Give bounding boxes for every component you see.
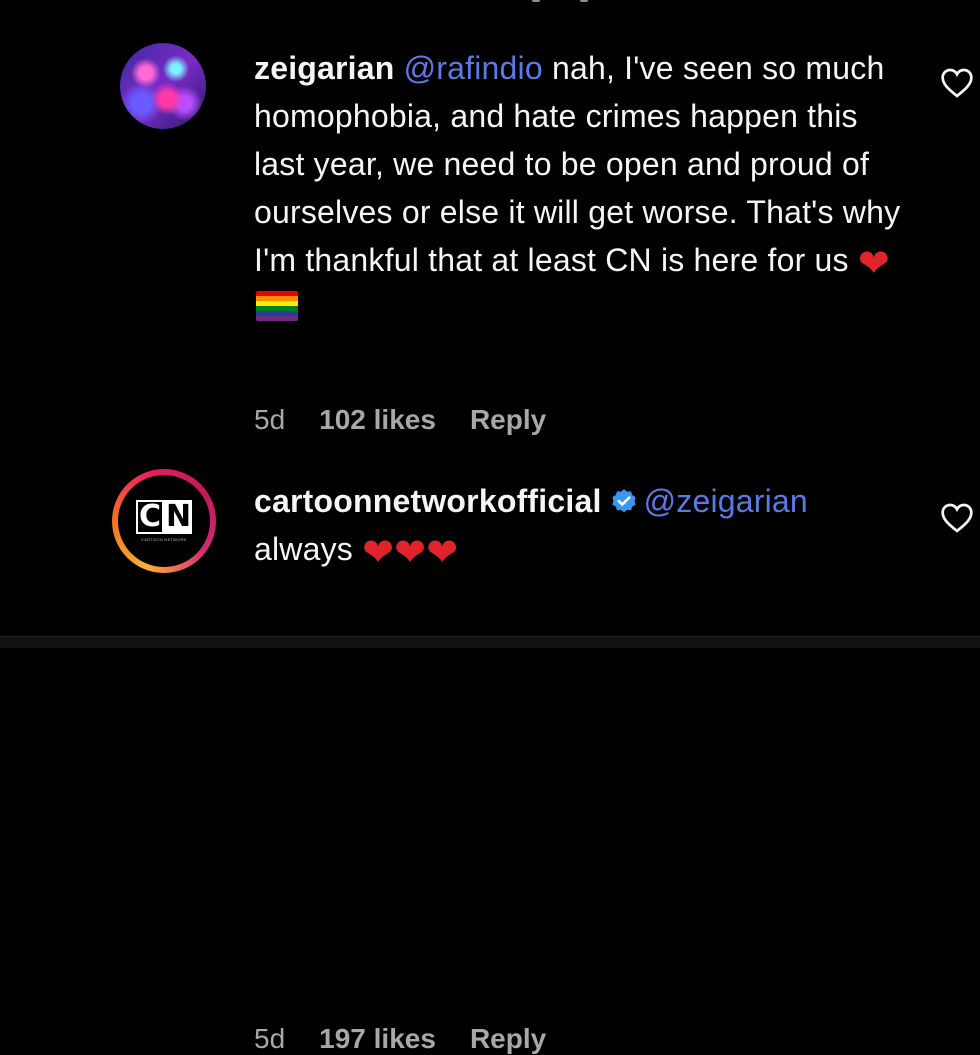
red-heart-emoji: ❤ [857,243,890,285]
remnant-mark [532,0,540,2]
reply-button[interactable]: Reply [470,404,546,436]
verified-badge-icon [611,489,636,513]
comment-username[interactable]: cartoonnetworkofficial [254,483,602,519]
comment-meta: 5d 197 likes Reply [254,1023,546,1055]
comment-likes[interactable]: 197 likes [319,1023,436,1055]
red-heart-emoji: ❤ [426,532,459,574]
remnant-mark [580,0,588,2]
comment-text: always [254,531,354,567]
previous-comment-remnant [520,0,600,6]
comment-likes[interactable]: 102 likes [319,404,436,436]
comment-age: 5d [254,404,286,435]
bottom-edge-bar [0,636,980,648]
comment-mention[interactable]: @rafindio [404,50,543,86]
heart-outline-icon[interactable] [940,503,974,533]
logo-subtext: CARTOON NETWORK [141,537,187,542]
comment-age: 5d [254,1023,286,1054]
heart-outline-icon[interactable] [940,68,974,98]
reply-button[interactable]: Reply [470,1023,546,1055]
avatar[interactable] [120,43,206,129]
red-heart-emoji: ❤ [394,532,427,574]
comment-body: cartoonnetworkofficial @zeigarian always… [254,477,904,573]
comment-meta: 5d 102 likes Reply [254,404,546,436]
cartoon-network-logo: C N [136,500,192,534]
comment-body: zeigarian @rafindio nah, I've seen so mu… [254,44,904,332]
comment-mention[interactable]: @zeigarian [644,483,808,519]
rainbow-flag-emoji [256,291,298,321]
red-heart-emoji: ❤ [362,532,395,574]
logo-c: C [136,500,164,534]
comment-username[interactable]: zeigarian [254,50,395,86]
logo-n: N [164,499,192,534]
avatar-inner: C N CARTOON NETWORK [118,475,210,567]
avatar[interactable]: C N CARTOON NETWORK [112,469,216,573]
